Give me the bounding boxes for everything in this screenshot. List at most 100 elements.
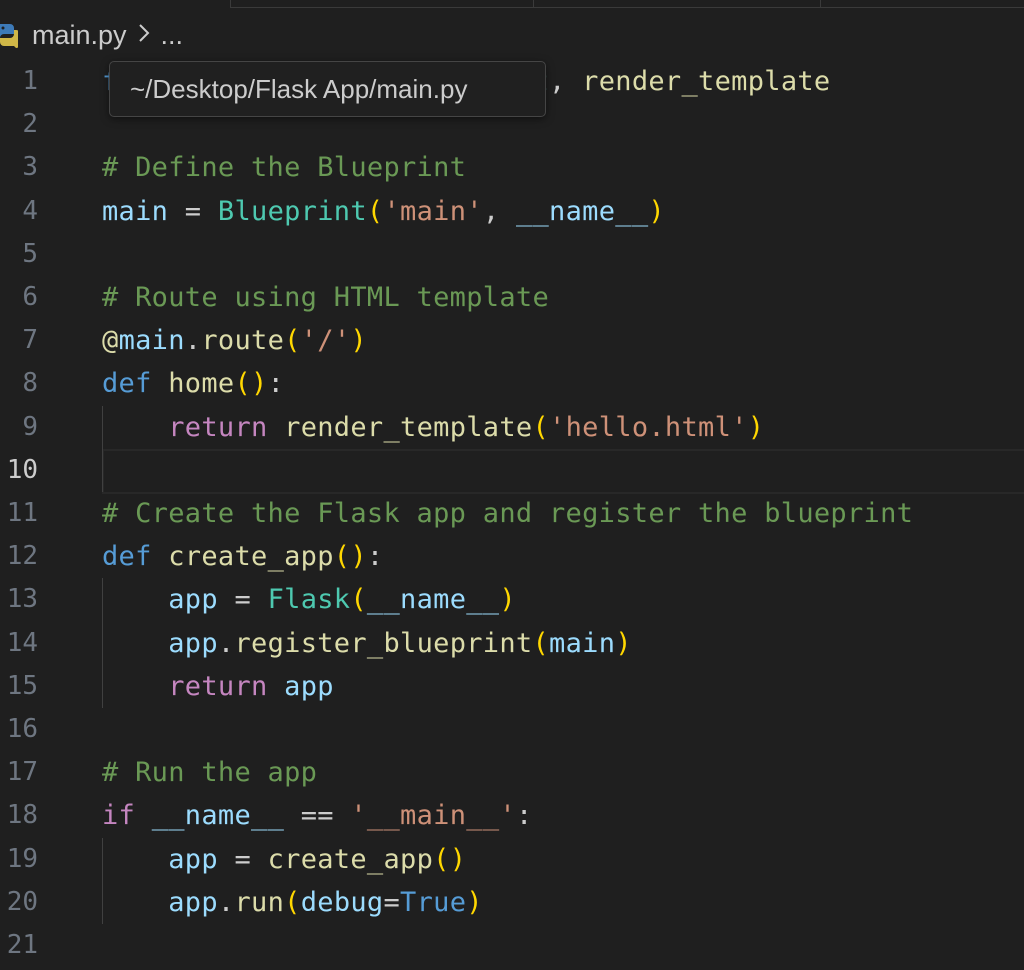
- line-number: 17: [6, 757, 38, 788]
- code-token: app: [168, 886, 218, 918]
- code-token: debug: [300, 886, 384, 918]
- code-line[interactable]: 9 return render_template('hello.html'): [0, 406, 1024, 449]
- code-token: ,: [549, 66, 583, 97]
- code-token: app: [284, 670, 334, 702]
- breadcrumb-file[interactable]: main.py: [32, 20, 127, 51]
- code-line[interactable]: 11 # Create the Flask app and register th…: [0, 492, 1024, 535]
- line-number: 13: [6, 584, 38, 615]
- code-token: if: [102, 800, 136, 832]
- code-text[interactable]: app.run(debug=True): [102, 881, 483, 924]
- code-editor[interactable]: 1from flask import Blueprint, render_tem…: [0, 60, 1024, 970]
- code-token: home: [168, 368, 235, 400]
- code-line[interactable]: 18 if __name__ == '__main__':: [0, 794, 1024, 837]
- code-token: (): [333, 541, 367, 573]
- code-token: (: [350, 584, 367, 616]
- code-token: :: [366, 541, 384, 573]
- tab-bar-border: [230, 7, 1024, 8]
- code-token: (: [284, 325, 301, 357]
- line-number: 21: [6, 930, 38, 960]
- code-text[interactable]: def home():: [102, 362, 284, 405]
- code-line[interactable]: 19 app = create_app(): [0, 838, 1024, 881]
- code-text[interactable]: app = Flask(__name__): [102, 578, 516, 621]
- code-token: # Route using HTML template: [102, 282, 549, 313]
- line-number: 12: [6, 541, 38, 572]
- chevron-right-icon: [137, 20, 151, 51]
- code-token: .: [217, 627, 235, 659]
- current-line-highlight: [102, 448, 1024, 494]
- code-token: __name__: [151, 800, 285, 832]
- code-token: ): [499, 584, 516, 616]
- code-line[interactable]: 6 # Route using HTML template: [0, 276, 1024, 319]
- python-file-icon: [0, 20, 20, 50]
- code-token: main: [549, 627, 616, 659]
- code-token: create_app: [168, 541, 334, 573]
- code-text[interactable]: return app: [102, 665, 334, 708]
- tooltip-path: ~/Desktop/Flask App/main.py: [130, 73, 468, 104]
- code-token: :: [515, 800, 533, 832]
- code-token: =: [217, 843, 268, 875]
- code-token: def: [102, 368, 152, 400]
- code-line[interactable]: 14 app.register_blueprint(main): [0, 622, 1024, 665]
- code-text[interactable]: # Run the app: [102, 751, 317, 794]
- code-line[interactable]: 7 @main.route('/'): [0, 319, 1024, 362]
- code-line[interactable]: 4 main = Blueprint('main', __name__): [0, 190, 1024, 233]
- code-token: # Create the Flask app and register the …: [102, 498, 914, 529]
- code-text[interactable]: # Define the Blueprint: [102, 146, 466, 189]
- code-token: .: [217, 886, 235, 918]
- indent-guide: [102, 405, 103, 492]
- code-token: ): [615, 627, 632, 659]
- code-token: =: [168, 195, 218, 227]
- code-token: (: [284, 886, 301, 918]
- code-token: # Run the app: [102, 757, 318, 789]
- code-text[interactable]: # Route using HTML template: [102, 276, 549, 319]
- code-token: run: [234, 886, 285, 918]
- code-token: '__main__': [350, 800, 516, 832]
- code-token: ): [648, 195, 665, 227]
- code-line[interactable]: 12 def create_app():: [0, 535, 1024, 578]
- code-text[interactable]: app = create_app(): [102, 838, 466, 881]
- breadcrumb-symbols[interactable]: ...: [161, 20, 184, 51]
- line-number: 4: [22, 195, 38, 226]
- line-number: 9: [22, 411, 38, 442]
- code-token: __name__: [366, 584, 500, 616]
- code-line[interactable]: 8 def home():: [0, 362, 1024, 405]
- code-token: # Define the Blueprint: [102, 152, 467, 184]
- code-token: (): [433, 843, 467, 875]
- code-token: ): [350, 325, 367, 357]
- line-number: 1: [22, 66, 38, 96]
- code-text[interactable]: def create_app():: [102, 535, 383, 578]
- code-token: register_blueprint: [234, 627, 533, 659]
- code-text[interactable]: if __name__ == '__main__':: [102, 794, 533, 837]
- line-number: 15: [6, 670, 38, 701]
- code-line[interactable]: 10: [0, 448, 1024, 494]
- line-number: 8: [22, 368, 38, 399]
- code-text[interactable]: app.register_blueprint(main): [102, 622, 632, 665]
- code-line[interactable]: 17 # Run the app: [0, 751, 1024, 794]
- line-number: 5: [22, 238, 38, 269]
- code-token: =: [383, 886, 401, 918]
- code-token: route: [201, 325, 285, 357]
- code-text[interactable]: main = Blueprint('main', __name__): [102, 190, 665, 233]
- code-token: return: [168, 411, 268, 443]
- code-token: create_app: [267, 843, 434, 875]
- code-token: (: [532, 627, 550, 659]
- code-line[interactable]: 5: [0, 233, 1024, 276]
- code-line[interactable]: 3 # Define the Blueprint: [0, 146, 1024, 189]
- code-line[interactable]: 16: [0, 708, 1024, 751]
- code-text[interactable]: return render_template('hello.html'): [102, 406, 764, 449]
- code-line[interactable]: 21: [0, 924, 1024, 967]
- code-token: :: [267, 368, 285, 400]
- code-line[interactable]: 20 app.run(debug=True): [0, 881, 1024, 924]
- code-line[interactable]: 13 app = Flask(__name__): [0, 578, 1024, 621]
- code-token: Flask: [267, 584, 351, 616]
- code-line[interactable]: 15 return app: [0, 665, 1024, 708]
- code-text[interactable]: @main.route('/'): [102, 319, 367, 362]
- code-text[interactable]: # Create the Flask app and register the …: [102, 492, 913, 535]
- code-token: .: [184, 325, 202, 357]
- code-token: True: [400, 886, 467, 918]
